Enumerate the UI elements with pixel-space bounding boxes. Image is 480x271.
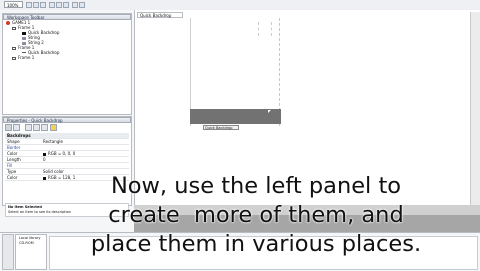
properties-panel-title: Properties - Quick Backdrop — [3, 117, 131, 123]
dash-icon — [22, 52, 26, 54]
library-side-strip — [2, 234, 14, 270]
tree-item-frame[interactable]: Frame 1 — [12, 55, 34, 60]
frame-icon — [12, 26, 16, 30]
tutorial-caption: Now, use the left panel to create more o… — [36, 172, 476, 259]
align-right-icon[interactable] — [63, 2, 69, 8]
align-center-icon[interactable] — [56, 2, 62, 8]
red-gear-icon — [6, 21, 10, 25]
grid-tool-icon[interactable] — [40, 2, 46, 8]
caption-line-3: place them in various places. — [90, 231, 422, 257]
caption-line-1: Now, use the left panel to — [110, 173, 402, 199]
canvas-tab[interactable]: Quick Backdrop — [137, 12, 183, 18]
library-item-cdrom[interactable]: CD-ROM — [19, 241, 34, 245]
cursor-icon — [268, 110, 271, 113]
workspace-panel: Workspace Toolbar GAME1 1 Frame 1 Quick … — [2, 13, 132, 115]
page-icon[interactable] — [41, 124, 48, 131]
element-tooltip: Quick Backdrop — [203, 125, 239, 130]
color-swatch — [43, 152, 46, 156]
align-left-icon[interactable] — [49, 2, 55, 8]
frame-icon — [12, 56, 16, 60]
guide-lines — [258, 22, 272, 36]
move-tool-icon[interactable] — [33, 2, 39, 8]
properties-icon[interactable] — [25, 124, 32, 131]
zoom-select[interactable]: 100% — [4, 1, 23, 8]
select-tool-icon[interactable] — [26, 2, 32, 8]
frame-icon — [12, 46, 16, 50]
caption-line-2: create more of them, and — [108, 202, 404, 228]
bring-front-icon[interactable] — [72, 2, 78, 8]
events-icon[interactable] — [33, 124, 40, 131]
alphabetical-view-icon[interactable] — [13, 124, 20, 131]
folder-icon[interactable] — [50, 124, 57, 131]
send-back-icon[interactable] — [79, 2, 85, 8]
categorized-view-icon[interactable] — [5, 124, 12, 131]
